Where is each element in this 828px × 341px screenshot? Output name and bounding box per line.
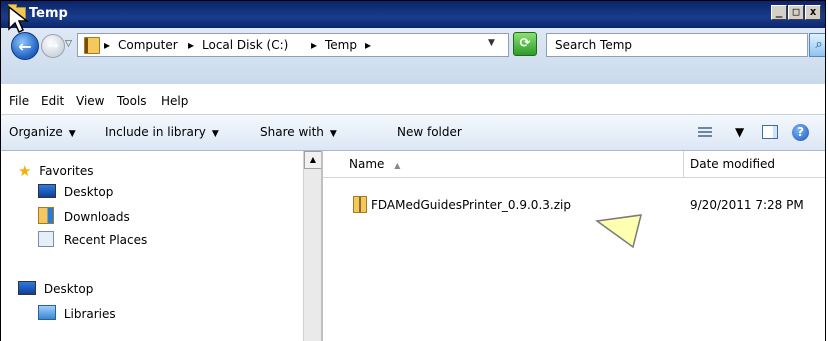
view-options-dropdown[interactable]: ▼ (735, 125, 744, 139)
organize-label: Organize (9, 125, 63, 139)
command-bar: Organize ▼ Include in library ▼ Share with… (1, 115, 825, 151)
title-bar[interactable]: Temp _ □ x (1, 1, 825, 28)
refresh-icon: ⟳ (519, 36, 531, 51)
preview-pane-icon[interactable] (762, 125, 778, 139)
organize-button[interactable]: Organize ▼ (9, 125, 76, 139)
breadcrumb-separator[interactable]: ▸ (188, 38, 194, 52)
recent-places-icon (38, 231, 54, 247)
search-button[interactable]: ⌕ (809, 33, 825, 57)
breadcrumb-separator[interactable]: ▸ (311, 38, 317, 52)
file-name[interactable]: FDAMedGuidesPrinter_0.9.0.3.zip (371, 198, 571, 212)
chevron-down-icon: ▼ (68, 129, 76, 139)
new-folder-button[interactable]: New folder (397, 125, 462, 139)
close-button[interactable]: x (805, 5, 821, 20)
navigation-pane: ★ Favorites Desktop Downloads Recent Pla… (1, 151, 311, 341)
column-name[interactable]: Name ▲ (349, 157, 400, 171)
help-icon[interactable]: ? (792, 124, 809, 141)
nav-downloads[interactable]: Downloads (38, 207, 130, 224)
callout-pointer-icon (595, 214, 642, 249)
nav-recent-places[interactable]: Recent Places (38, 231, 147, 247)
nav-desktop[interactable]: Desktop (38, 184, 113, 199)
breadcrumb-local-disk[interactable]: Local Disk (C:) (202, 38, 288, 52)
share-with-button[interactable]: Share with ▼ (260, 125, 337, 139)
chevron-down-icon: ▼ (329, 129, 337, 139)
nav-desktop-root-label: Desktop (43, 282, 94, 296)
share-with-label: Share with (260, 125, 324, 139)
search-input[interactable]: Search Temp (546, 33, 808, 57)
change-view-icon[interactable] (698, 126, 712, 138)
search-placeholder: Search Temp (555, 38, 633, 52)
breadcrumb-separator[interactable]: ▸ (365, 38, 371, 52)
breadcrumb-computer[interactable]: Computer (118, 38, 178, 52)
column-date-modified[interactable]: Date modified (690, 157, 775, 171)
nav-favorites-label: Favorites (39, 164, 94, 178)
nav-recent-places-label: Recent Places (63, 233, 148, 247)
file-list (323, 151, 825, 341)
file-date-modified: 9/20/2011 7:28 PM (690, 198, 804, 212)
search-icon: ⌕ (815, 37, 823, 52)
breadcrumb-temp[interactable]: Temp (325, 38, 357, 52)
breadcrumb-separator[interactable]: ▸ (104, 38, 110, 52)
address-bar[interactable]: ▸ Computer ▸ Local Disk (C:) ▸ Temp ▸ ▼ (77, 33, 509, 57)
nav-favorites[interactable]: ★ Favorites (18, 161, 94, 180)
desktop-icon (38, 184, 56, 198)
back-arrow-icon: ← (18, 36, 32, 56)
menu-help[interactable]: Help (161, 94, 188, 108)
nav-desktop-root[interactable]: Desktop (18, 281, 93, 296)
recent-pages-dropdown[interactable]: ▽ (65, 39, 75, 51)
scroll-up-button[interactable]: ▲ (304, 151, 322, 169)
include-in-library-label: Include in library (105, 125, 206, 139)
window-title: Temp (29, 6, 68, 21)
navigation-scrollbar[interactable]: ▲ (303, 151, 322, 341)
address-dropdown-icon[interactable]: ▼ (488, 38, 495, 48)
menu-file[interactable]: File (9, 94, 29, 108)
forward-button[interactable]: → (41, 34, 65, 58)
mouse-cursor-icon (8, 5, 29, 34)
libraries-icon (38, 305, 56, 320)
star-icon: ★ (18, 162, 32, 180)
column-header: Name ▲ Date modified (323, 151, 825, 178)
maximize-button[interactable]: □ (788, 5, 804, 20)
nav-downloads-label: Downloads (63, 210, 130, 224)
explorer-window: Temp _ □ x ← → ▽ ▸ Computer ▸ Local Disk… (0, 0, 826, 341)
nav-libraries-label: Libraries (63, 307, 116, 321)
column-separator[interactable] (683, 151, 684, 177)
menu-edit[interactable]: Edit (41, 94, 64, 108)
menu-view[interactable]: View (76, 94, 104, 108)
refresh-button[interactable]: ⟳ (513, 32, 537, 56)
minimize-button[interactable]: _ (771, 5, 787, 20)
column-name-label: Name (349, 157, 385, 171)
menu-bar: File Edit View Tools Help (1, 91, 825, 113)
nav-desktop-label: Desktop (63, 185, 114, 199)
forward-arrow-icon: → (47, 38, 59, 54)
desktop-icon (18, 281, 36, 295)
downloads-icon (38, 207, 54, 224)
include-in-library-button[interactable]: Include in library ▼ (105, 125, 219, 139)
back-button[interactable]: ← (11, 32, 39, 60)
sort-ascending-icon: ▲ (394, 161, 401, 170)
chevron-down-icon: ▼ (211, 129, 219, 139)
nav-libraries[interactable]: Libraries (38, 305, 116, 321)
menu-tools[interactable]: Tools (117, 94, 147, 108)
folder-icon (84, 37, 100, 54)
zip-folder-icon (353, 196, 367, 213)
